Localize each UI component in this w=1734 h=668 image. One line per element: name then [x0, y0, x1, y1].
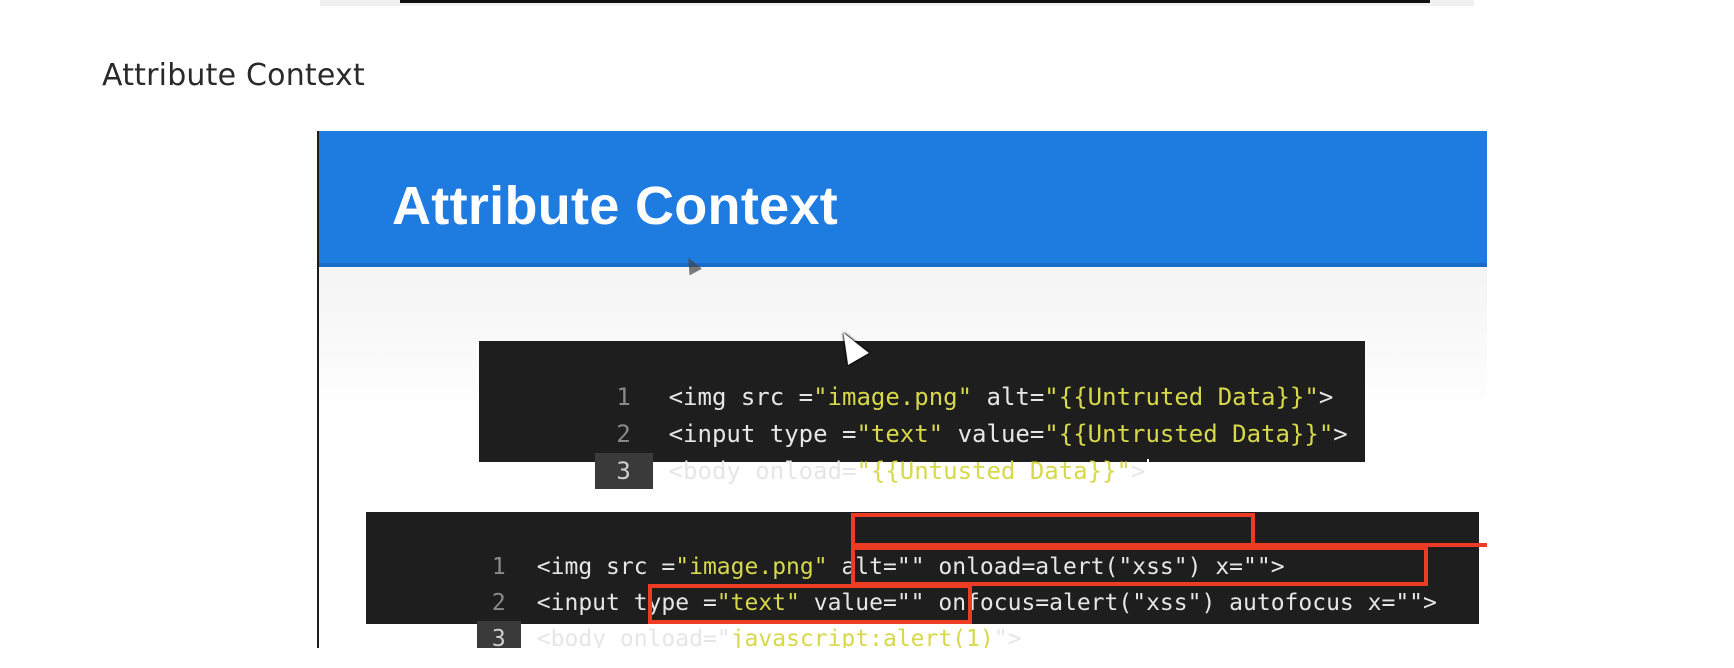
text-cursor: [1147, 459, 1150, 485]
slide-title: Attribute Context: [392, 176, 839, 236]
xss-payload: javascript:alert(1): [730, 626, 994, 648]
line-number: 3: [594, 453, 653, 489]
code-block-untrusted-data: 1 <img src ="image.png" alt="{{Untruted D…: [479, 341, 1365, 489]
code-line: 1 <img src ="image.png" alt="{{Untruted D…: [479, 343, 1365, 411]
page: Attribute Context Attribute Context 1 <im…: [0, 0, 1734, 668]
slide-header-bar: Attribute Context: [319, 131, 1487, 267]
code-text: <body onload="{{Untusted Data}}">: [668, 457, 1146, 485]
payload-highlight-box: [851, 513, 1255, 547]
code-suffix: ">: [993, 626, 1022, 648]
code-line: 2 <input type ="text" value="{{Untrusted …: [479, 380, 1365, 448]
code-block-xss-payloads: 1 <img src ="image.png" alt="" onload=ale…: [366, 512, 1487, 648]
code-line: 3 <body onload="{{Untusted Data}}">: [479, 417, 1365, 489]
line-number: 3: [476, 621, 521, 648]
payload-highlight-box: [648, 584, 972, 624]
slide-screenshot: Attribute Context 1 <img src ="image.png"…: [317, 131, 1487, 648]
payload-highlight-box: [851, 546, 1428, 586]
previous-image-bottom-edge: [400, 0, 1430, 3]
section-heading: Attribute Context: [102, 58, 365, 93]
code-prefix: <body onload=": [536, 626, 731, 648]
